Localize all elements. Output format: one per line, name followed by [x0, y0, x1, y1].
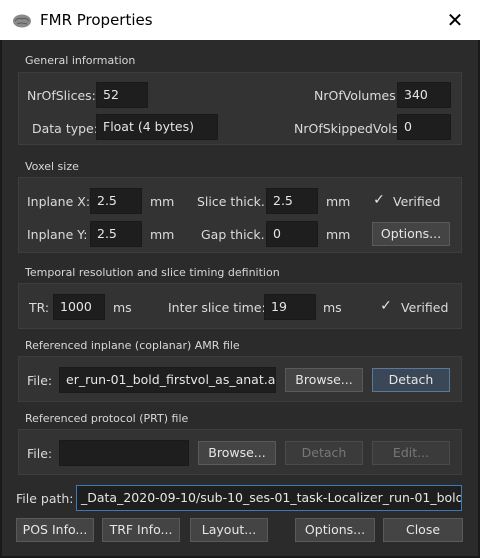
voxel-options-button[interactable]: Options... — [372, 222, 450, 246]
inplane-y-unit: mm — [150, 227, 175, 242]
inplane-y-field[interactable]: 2.5 — [90, 221, 142, 247]
title-bar: FMR Properties ✕ — [0, 0, 480, 40]
window-border-left — [0, 40, 2, 558]
slice-thick-unit: mm — [326, 194, 351, 209]
amr-detach-button[interactable]: Detach — [372, 368, 450, 392]
tr-field[interactable]: 1000 — [53, 294, 105, 320]
brain-icon — [13, 14, 31, 28]
tr-unit: ms — [113, 300, 132, 315]
prt-file-label: File: — [27, 446, 53, 461]
general-section-title: General information — [25, 54, 136, 67]
nr-slices-field[interactable]: 52 — [96, 82, 148, 108]
inplane-y-label: Inplane Y: — [27, 227, 88, 242]
skipped-vols-field[interactable]: 0 — [397, 114, 451, 140]
gap-thick-field[interactable]: 0 — [266, 221, 318, 247]
data-type-label: Data type: — [32, 121, 98, 136]
pos-info-button[interactable]: POS Info... — [16, 518, 94, 542]
temporal-verified-label: Verified — [401, 300, 449, 315]
voxel-section-title: Voxel size — [25, 160, 79, 173]
amr-section-title: Referenced inplane (coplanar) AMR file — [25, 339, 240, 352]
close-button[interactable]: Close — [383, 518, 463, 542]
prt-browse-button[interactable]: Browse... — [198, 441, 276, 465]
prt-detach-button[interactable]: Detach — [285, 441, 363, 465]
amr-browse-button[interactable]: Browse... — [285, 368, 363, 392]
nr-volumes-label: NrOfVolumes: — [314, 88, 400, 103]
inplane-x-label: Inplane X: — [27, 194, 91, 209]
layout-button[interactable]: Layout... — [190, 518, 268, 542]
gap-thick-unit: mm — [326, 227, 351, 242]
nr-slices-label: NrOfSlices: — [27, 88, 96, 103]
inter-slice-time-field[interactable]: 19 — [264, 294, 316, 320]
inter-slice-time-label: Inter slice time: — [168, 300, 266, 315]
file-path-field[interactable]: _Data_2020-09-10/sub-10_ses-01_task-Loca… — [76, 485, 462, 511]
amr-file-label: File: — [27, 373, 53, 388]
nr-volumes-field[interactable]: 340 — [397, 82, 451, 108]
temporal-verified-checkbox[interactable]: ✓ — [379, 299, 393, 313]
options-button[interactable]: Options... — [295, 518, 375, 542]
inplane-x-field[interactable]: 2.5 — [90, 188, 142, 214]
data-type-field[interactable]: Float (4 bytes) — [96, 114, 218, 140]
window-title: FMR Properties — [40, 11, 153, 29]
slice-thick-field[interactable]: 2.5 — [266, 188, 318, 214]
slice-thick-label: Slice thick.: — [197, 194, 270, 209]
prt-section-title: Referenced protocol (PRT) file — [25, 412, 189, 425]
prt-edit-button[interactable]: Edit... — [372, 441, 450, 465]
trf-info-button[interactable]: TRF Info... — [102, 518, 180, 542]
amr-file-field[interactable]: er_run-01_bold_firstvol_as_anat.amr — [59, 367, 276, 393]
voxel-verified-checkbox[interactable]: ✓ — [372, 193, 386, 207]
skipped-vols-label: NrOfSkippedVols: — [294, 121, 403, 136]
tr-label: TR: — [29, 300, 50, 315]
inter-slice-time-unit: ms — [323, 300, 342, 315]
voxel-verified-label: Verified — [393, 194, 441, 209]
file-path-label: File path: — [16, 491, 74, 506]
inplane-x-unit: mm — [150, 194, 175, 209]
prt-file-field[interactable] — [59, 440, 189, 466]
temporal-section-title: Temporal resolution and slice timing def… — [25, 266, 280, 279]
gap-thick-label: Gap thick.: — [201, 227, 269, 242]
close-window-button[interactable]: ✕ — [440, 7, 470, 33]
